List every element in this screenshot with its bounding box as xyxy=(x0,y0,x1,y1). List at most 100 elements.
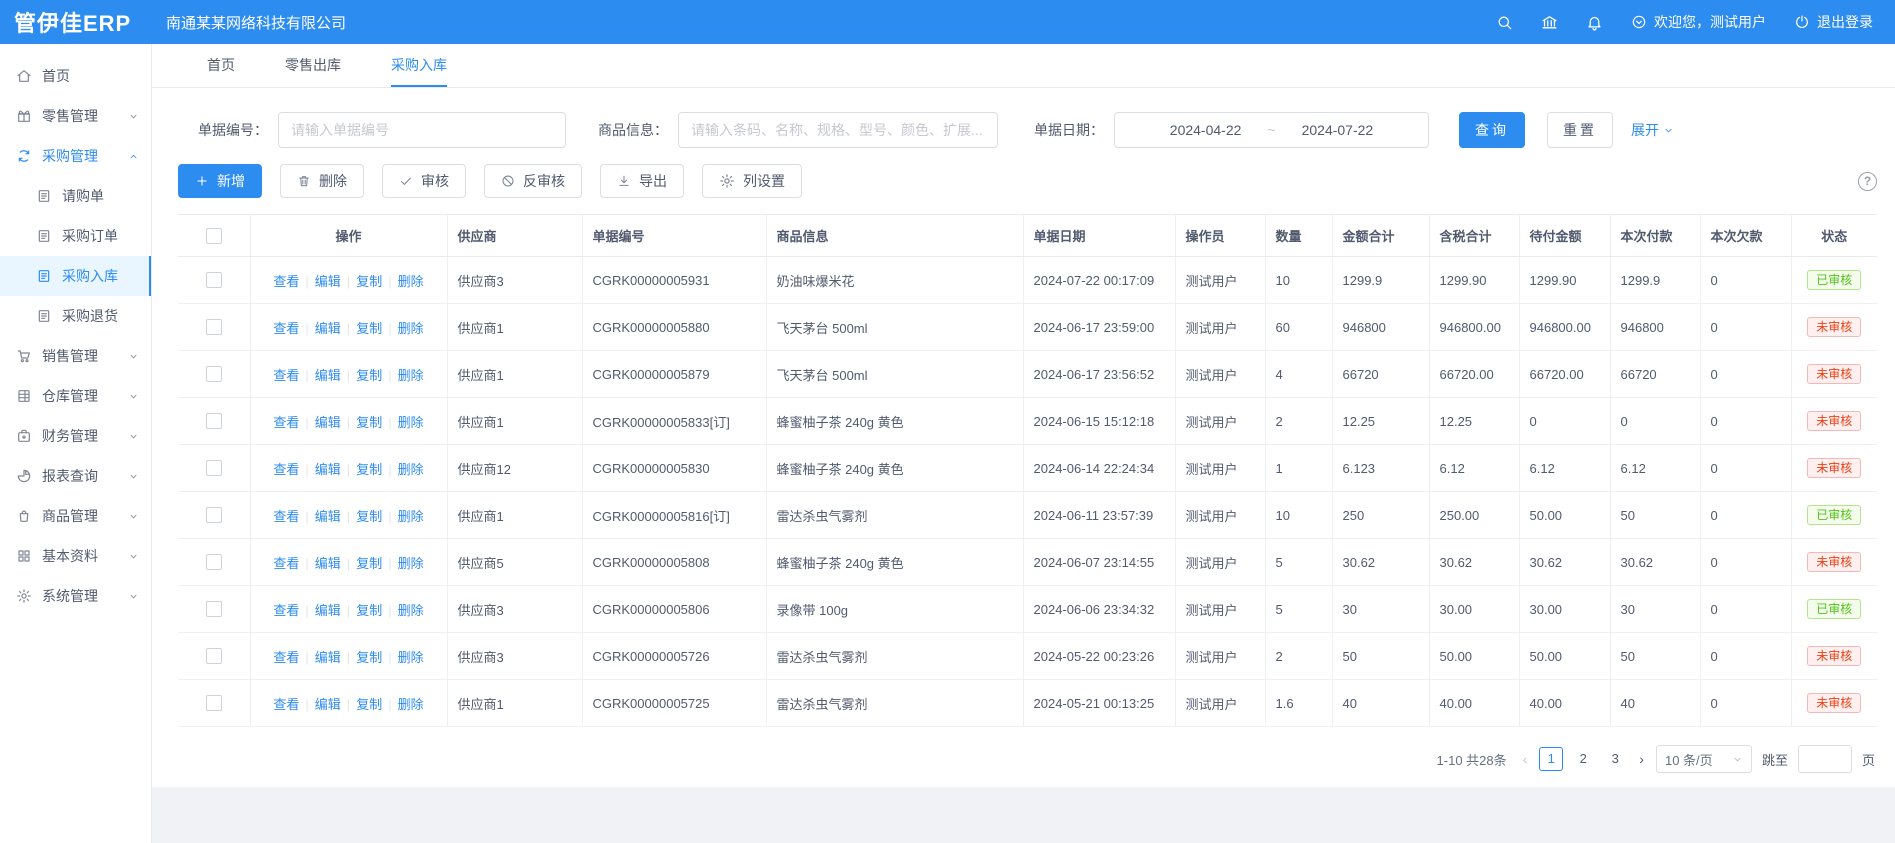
row-checkbox[interactable] xyxy=(206,601,222,617)
edit-link[interactable]: 编辑 xyxy=(315,462,341,477)
next-page-button[interactable]: › xyxy=(1637,751,1646,767)
sidebar-item-product-mgmt[interactable]: 商品管理 xyxy=(0,496,151,536)
column-settings-button[interactable]: 列设置 xyxy=(702,164,802,198)
sidebar-item-retail-mgmt[interactable]: 零售管理 xyxy=(0,96,151,136)
edit-link[interactable]: 编辑 xyxy=(315,274,341,289)
edit-link[interactable]: 编辑 xyxy=(315,556,341,571)
edit-link[interactable]: 编辑 xyxy=(315,697,341,712)
copy-link[interactable]: 复制 xyxy=(356,321,382,336)
delete-link[interactable]: 删除 xyxy=(398,650,424,665)
logout-icon xyxy=(1794,14,1810,30)
view-link[interactable]: 查看 xyxy=(273,321,299,336)
delete-link[interactable]: 删除 xyxy=(398,603,424,618)
bill-no-input[interactable] xyxy=(278,112,566,148)
sidebar-item-purchase-return[interactable]: 采购退货 xyxy=(0,296,151,336)
sidebar-item-sales-mgmt[interactable]: 销售管理 xyxy=(0,336,151,376)
copy-link[interactable]: 复制 xyxy=(356,415,382,430)
bank-icon[interactable] xyxy=(1541,14,1558,31)
prev-page-button[interactable]: ‹ xyxy=(1521,751,1530,767)
sidebar-item-basic-data[interactable]: 基本资料 xyxy=(0,536,151,576)
copy-link[interactable]: 复制 xyxy=(356,509,382,524)
copy-link[interactable]: 复制 xyxy=(356,697,382,712)
sidebar-item-warehouse-mgmt[interactable]: 仓库管理 xyxy=(0,376,151,416)
unaudit-button[interactable]: 反审核 xyxy=(484,164,582,198)
row-checkbox[interactable] xyxy=(206,648,222,664)
page-button-3[interactable]: 3 xyxy=(1603,747,1627,771)
sidebar-item-purchase-order[interactable]: 采购订单 xyxy=(0,216,151,256)
delete-link[interactable]: 删除 xyxy=(398,462,424,477)
sidebar-item-finance-mgmt[interactable]: 财务管理 xyxy=(0,416,151,456)
row-checkbox[interactable] xyxy=(206,695,222,711)
view-link[interactable]: 查看 xyxy=(273,697,299,712)
view-link[interactable]: 查看 xyxy=(273,274,299,289)
row-checkbox[interactable] xyxy=(206,507,222,523)
edit-link[interactable]: 编辑 xyxy=(315,368,341,383)
date-from-value[interactable]: 2024-04-22 xyxy=(1170,122,1242,138)
delete-link[interactable]: 删除 xyxy=(398,697,424,712)
row-checkbox[interactable] xyxy=(206,554,222,570)
date-range-picker[interactable]: 2024-04-22 ~ 2024-07-22 xyxy=(1114,112,1429,148)
cell-owed: 0 xyxy=(1700,539,1791,586)
copy-link[interactable]: 复制 xyxy=(356,650,382,665)
sidebar-item-system-mgmt[interactable]: 系统管理 xyxy=(0,576,151,616)
copy-link[interactable]: 复制 xyxy=(356,556,382,571)
sidebar-item-purchase-request[interactable]: 请购单 xyxy=(0,176,151,216)
search-icon[interactable] xyxy=(1496,14,1513,31)
edit-link[interactable]: 编辑 xyxy=(315,321,341,336)
copy-link[interactable]: 复制 xyxy=(356,462,382,477)
row-checkbox[interactable] xyxy=(206,319,222,335)
delete-link[interactable]: 删除 xyxy=(398,556,424,571)
tab-retail-outbound[interactable]: 零售出库 xyxy=(285,44,341,87)
delete-button[interactable]: 删除 xyxy=(280,164,364,198)
view-link[interactable]: 查看 xyxy=(273,509,299,524)
reset-button[interactable]: 重置 xyxy=(1547,112,1613,148)
view-link[interactable]: 查看 xyxy=(273,603,299,618)
edit-link[interactable]: 编辑 xyxy=(315,603,341,618)
copy-link[interactable]: 复制 xyxy=(356,274,382,289)
page-size-select[interactable]: 10 条/页 xyxy=(1656,745,1752,773)
tab-home[interactable]: 首页 xyxy=(207,44,235,87)
add-button[interactable]: 新增 xyxy=(178,164,262,198)
audit-button[interactable]: 审核 xyxy=(382,164,466,198)
select-all-checkbox[interactable] xyxy=(206,228,222,244)
logout-label: 退出登录 xyxy=(1817,12,1873,32)
edit-link[interactable]: 编辑 xyxy=(315,509,341,524)
bell-icon[interactable] xyxy=(1586,14,1603,31)
search-button[interactable]: 查询 xyxy=(1459,112,1525,148)
view-link[interactable]: 查看 xyxy=(273,556,299,571)
copy-link[interactable]: 复制 xyxy=(356,603,382,618)
delete-link[interactable]: 删除 xyxy=(398,368,424,383)
delete-link[interactable]: 删除 xyxy=(398,415,424,430)
tab-purchase-inbound[interactable]: 采购入库 xyxy=(391,44,447,87)
sidebar-item-purchase-inbound[interactable]: 采购入库 xyxy=(0,256,151,296)
sidebar-item-report-query[interactable]: 报表查询 xyxy=(0,456,151,496)
view-link[interactable]: 查看 xyxy=(273,415,299,430)
sidebar-item-purchase-mgmt[interactable]: 采购管理 xyxy=(0,136,151,176)
delete-link[interactable]: 删除 xyxy=(398,509,424,524)
view-link[interactable]: 查看 xyxy=(273,650,299,665)
sidebar-item-home[interactable]: 首页 xyxy=(0,56,151,96)
help-icon[interactable]: ? xyxy=(1858,172,1877,191)
user-menu[interactable]: 欢迎您，测试用户 xyxy=(1631,12,1766,32)
expand-toggle[interactable]: 展开 xyxy=(1631,120,1674,140)
copy-link[interactable]: 复制 xyxy=(356,368,382,383)
view-link[interactable]: 查看 xyxy=(273,368,299,383)
delete-link[interactable]: 删除 xyxy=(398,321,424,336)
view-link[interactable]: 查看 xyxy=(273,462,299,477)
cell-paid: 50 xyxy=(1610,633,1700,680)
edit-link[interactable]: 编辑 xyxy=(315,650,341,665)
row-checkbox[interactable] xyxy=(206,413,222,429)
date-to-value[interactable]: 2024-07-22 xyxy=(1302,122,1374,138)
page-button-2[interactable]: 2 xyxy=(1571,747,1595,771)
row-checkbox[interactable] xyxy=(206,366,222,382)
row-checkbox[interactable] xyxy=(206,272,222,288)
cell-tax_total: 6.12 xyxy=(1429,445,1519,492)
page-button-1[interactable]: 1 xyxy=(1539,747,1563,771)
logout-button[interactable]: 退出登录 xyxy=(1794,12,1873,32)
delete-link[interactable]: 删除 xyxy=(398,274,424,289)
export-button[interactable]: 导出 xyxy=(600,164,684,198)
product-info-input[interactable] xyxy=(678,112,998,148)
row-checkbox[interactable] xyxy=(206,460,222,476)
jump-page-input[interactable] xyxy=(1798,745,1852,773)
edit-link[interactable]: 编辑 xyxy=(315,415,341,430)
